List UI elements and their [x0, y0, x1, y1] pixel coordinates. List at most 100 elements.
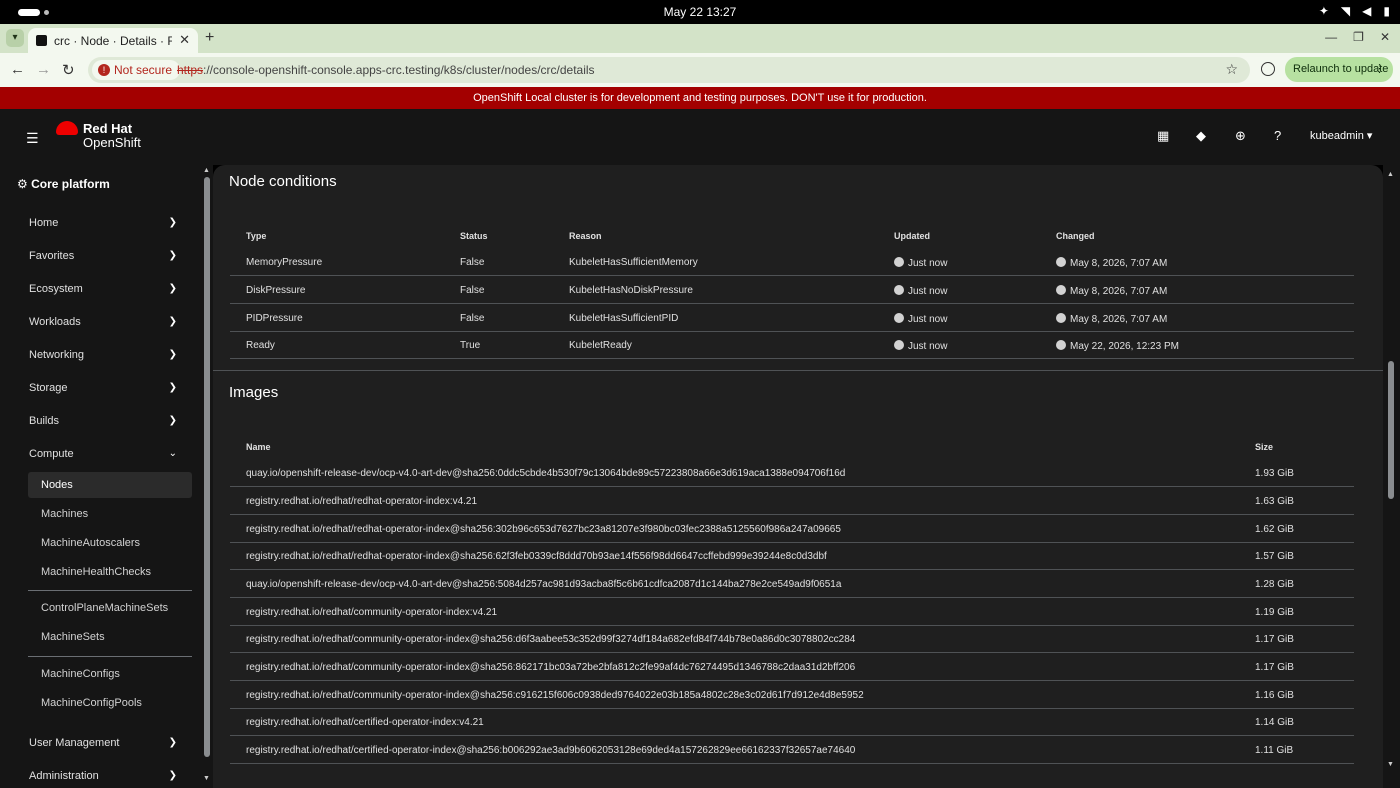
chevron-right-icon: ❯: [168, 415, 177, 426]
redhat-logo-icon[interactable]: [56, 121, 78, 135]
image-name: quay.io/openshift-release-dev/ocp-v4.0-a…: [246, 468, 846, 479]
sidebar-subitem-machineconfigs[interactable]: MachineConfigs: [28, 661, 192, 687]
sidebar-item-favorites[interactable]: Favorites ❯: [29, 250, 189, 262]
condition-status: True: [460, 340, 481, 351]
app-launcher-icon[interactable]: ▦: [1157, 128, 1169, 144]
image-size: 1.17 GiB: [1255, 634, 1294, 645]
close-icon[interactable]: ✕: [179, 32, 190, 48]
sidebar-item-workloads[interactable]: Workloads ❯: [29, 316, 189, 328]
sidebar-subitem-machines[interactable]: Machines: [28, 501, 192, 527]
sidebar-subitem-machineconfigpools[interactable]: MachineConfigPools: [28, 690, 192, 716]
sidebar-scrollbar[interactable]: ▲ ▼: [201, 165, 213, 788]
condition-status: False: [460, 285, 485, 296]
chevron-right-icon: ❯: [168, 217, 177, 228]
sidebar-item-compute[interactable]: Compute ⌄: [29, 448, 189, 460]
brand-line1: Red Hat: [83, 121, 133, 136]
image-name: quay.io/openshift-release-dev/ocp-v4.0-a…: [246, 579, 842, 590]
sidebar-scroll-thumb[interactable]: [204, 177, 210, 757]
scroll-down-icon[interactable]: ▼: [203, 775, 210, 782]
volume-icon: ◀: [1362, 4, 1372, 18]
sidebar-item-label: Networking: [29, 349, 85, 361]
table-row: quay.io/openshift-release-dev/ocp-v4.0-a…: [230, 459, 1354, 487]
sidebar-subitem-machineautoscalers[interactable]: MachineAutoscalers: [28, 530, 192, 556]
maximize-icon[interactable]: ❐: [1353, 30, 1364, 44]
scroll-up-icon[interactable]: ▲: [1387, 171, 1394, 178]
masthead: ☰ Red Hat OpenShift ▦ ◆ ⊕ ? kubeadmin ▾: [0, 109, 1400, 165]
sidebar-item-networking[interactable]: Networking ❯: [29, 349, 189, 361]
browser-toolbar: ← → ↻ ! Not secure https://console-opens…: [0, 53, 1400, 87]
column-header-size: Size: [1255, 442, 1274, 452]
profile-icon[interactable]: [1261, 62, 1275, 76]
relaunch-button[interactable]: Relaunch to update ⋮: [1285, 57, 1393, 82]
brand-line2: OpenShift: [83, 135, 141, 150]
image-name: registry.redhat.io/redhat/certified-oper…: [246, 745, 856, 756]
sidebar-subitem-controlplanemachinesets[interactable]: ControlPlaneMachineSets: [28, 595, 192, 621]
new-tab-icon[interactable]: +: [205, 29, 214, 47]
gears-icon: ⚙: [17, 177, 28, 191]
condition-changed: May 8, 2026, 7:07 AM: [1070, 286, 1168, 297]
image-name: registry.redhat.io/redhat/redhat-operato…: [246, 524, 841, 535]
image-name: registry.redhat.io/redhat/redhat-operato…: [246, 551, 827, 562]
bookmark-star-icon[interactable]: ☆: [1225, 61, 1238, 78]
column-header-name: Name: [246, 442, 271, 452]
perspective-switcher[interactable]: ⚙ Core platform: [17, 177, 110, 191]
main-scroll-thumb[interactable]: [1388, 361, 1394, 499]
table-row: registry.redhat.io/redhat/certified-oper…: [230, 736, 1354, 764]
back-icon[interactable]: ←: [10, 61, 25, 78]
sidebar-item-home[interactable]: Home ❯: [29, 217, 189, 229]
image-size: 1.62 GiB: [1255, 524, 1294, 535]
image-size: 1.14 GiB: [1255, 717, 1294, 728]
wifi-icon: ◥: [1340, 4, 1351, 18]
notifications-bell-icon[interactable]: ◆: [1196, 128, 1206, 144]
tab-search-icon[interactable]: ▾: [6, 29, 24, 47]
sidebar-item-storage[interactable]: Storage ❯: [29, 382, 189, 394]
cluster-banner: OpenShift Local cluster is for developme…: [0, 87, 1400, 109]
system-tray[interactable]: ✦ ◥ ◀ ▮: [1319, 4, 1390, 18]
address-bar[interactable]: ! Not secure https://console-openshift-c…: [88, 57, 1250, 83]
browser-tab[interactable]: crc · Node · Details · Red Hat OpenShift…: [28, 28, 198, 53]
security-chip[interactable]: ! Not secure: [92, 60, 181, 80]
url-text[interactable]: https://console-openshift-console.apps-c…: [177, 63, 595, 77]
sidebar-item-builds[interactable]: Builds ❯: [29, 415, 189, 427]
condition-changed: May 22, 2026, 12:23 PM: [1070, 341, 1179, 352]
sidebar-divider: [28, 656, 192, 657]
scroll-down-icon[interactable]: ▼: [1387, 761, 1394, 768]
main-scrollbar[interactable]: ▲ ▼: [1383, 165, 1400, 788]
sidebar-subitem-machinesets[interactable]: MachineSets: [28, 624, 192, 650]
scroll-up-icon[interactable]: ▲: [203, 167, 210, 174]
image-name: registry.redhat.io/redhat/community-oper…: [246, 607, 498, 618]
chevron-right-icon: ❯: [168, 316, 177, 327]
brand-logo[interactable]: Red Hat OpenShift: [83, 122, 141, 150]
help-icon[interactable]: ?: [1274, 128, 1281, 143]
quick-create-plus-icon[interactable]: ⊕: [1235, 128, 1246, 144]
sidebar-item-label: Administration: [29, 770, 99, 782]
reload-icon[interactable]: ↻: [62, 61, 75, 79]
sidebar-item-user-management[interactable]: User Management ❯: [29, 737, 189, 749]
condition-type: PIDPressure: [246, 313, 303, 324]
sidebar-item-label: Workloads: [29, 316, 81, 328]
more-vert-icon[interactable]: ⋮: [1374, 57, 1385, 82]
sidebar-item-label: Builds: [29, 415, 59, 427]
condition-updated: Just now: [908, 258, 948, 269]
sidebar-item-label: Compute: [29, 448, 74, 460]
security-label: Not secure: [114, 63, 173, 77]
minimize-icon[interactable]: —: [1325, 30, 1337, 44]
hamburger-menu-icon[interactable]: ☰: [26, 130, 39, 147]
sidebar-item-administration[interactable]: Administration ❯: [29, 770, 189, 782]
condition-reason: KubeletHasSufficientMemory: [569, 257, 698, 268]
system-clock[interactable]: May 22 13:27: [0, 5, 1400, 19]
image-size: 1.16 GiB: [1255, 690, 1294, 701]
chevron-right-icon: ❯: [168, 737, 177, 748]
accessibility-icon[interactable]: ✦: [1319, 4, 1329, 18]
main-content: Node conditions Type Status Reason Updat…: [213, 165, 1383, 788]
sidebar-subitem-machinehealthchecks[interactable]: MachineHealthChecks: [28, 559, 192, 585]
user-menu[interactable]: kubeadmin ▾: [1310, 129, 1372, 142]
chevron-down-icon: ⌄: [168, 448, 177, 459]
sidebar-subitem-nodes[interactable]: Nodes: [28, 472, 192, 498]
table-row: registry.redhat.io/redhat/redhat-operato…: [230, 487, 1354, 515]
window-close-icon[interactable]: ✕: [1380, 30, 1390, 44]
condition-type: Ready: [246, 340, 275, 351]
table-row: DiskPressure False KubeletHasNoDiskPress…: [230, 276, 1354, 304]
sidebar-item-ecosystem[interactable]: Ecosystem ❯: [29, 283, 189, 295]
forward-icon[interactable]: →: [36, 61, 51, 78]
